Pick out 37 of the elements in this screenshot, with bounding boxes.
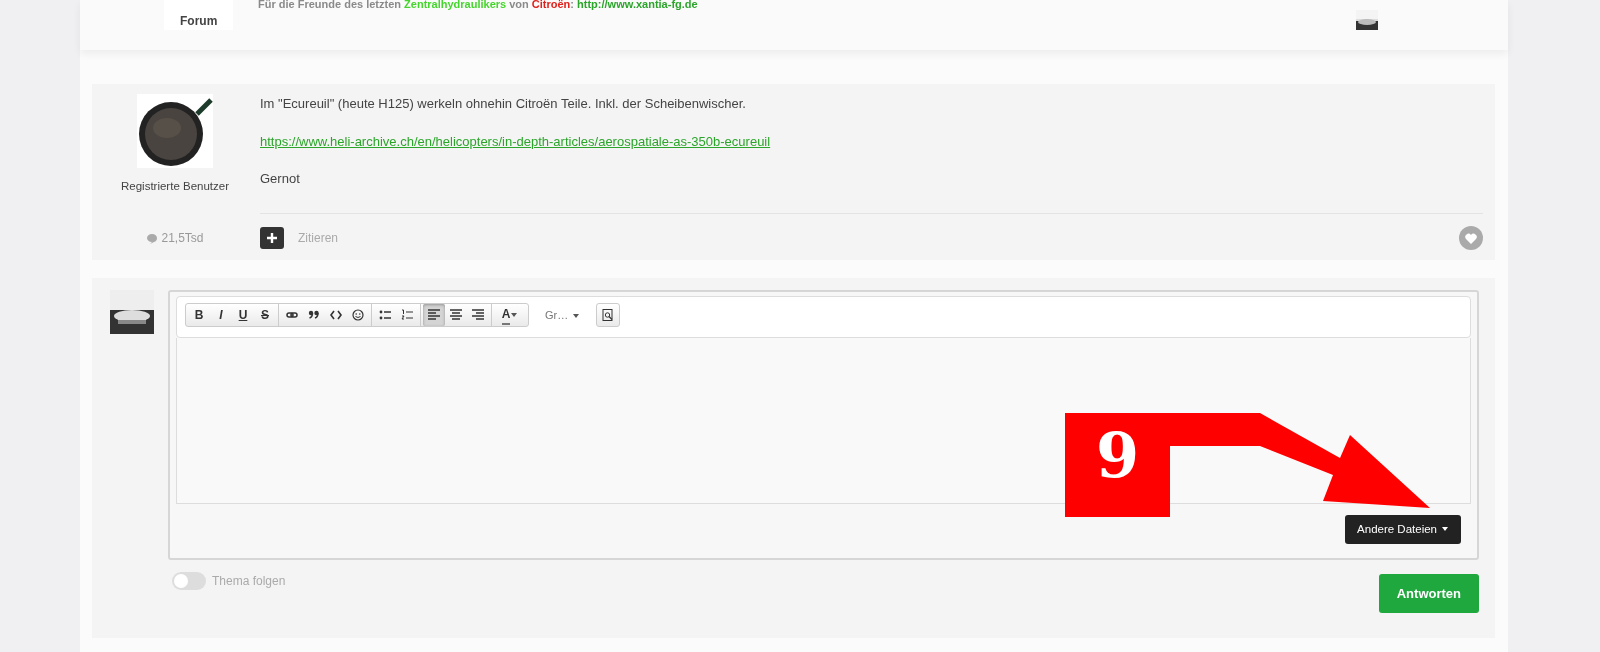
font-size-dropdown[interactable]: Gr… <box>545 302 581 327</box>
underline-button[interactable]: U <box>232 303 254 326</box>
italic-button[interactable]: I <box>210 303 232 326</box>
toggle-switch[interactable] <box>172 571 206 590</box>
bullet-list-icon <box>379 308 391 321</box>
comment-icon <box>146 232 159 244</box>
toggle-label: Thema folgen <box>212 572 286 590</box>
tagline-text: von <box>508 0 530 10</box>
post-text: Im "Ecureuil" (heute H125) werkeln ohnehin Citroën Teile. Inkl. der Scheibenwischer. <box>260 95 747 113</box>
annotation-number: 9 <box>1065 413 1170 517</box>
bold-button[interactable]: B <box>188 303 210 326</box>
nav-tab[interactable]: Forum <box>164 0 234 30</box>
preview-button[interactable] <box>596 302 621 327</box>
color-button[interactable]: A <box>494 303 526 326</box>
align-left-icon <box>428 308 440 321</box>
numbered-list-icon <box>401 308 413 321</box>
tagline-text: Zentralhydraulikers <box>404 0 507 10</box>
smiley-icon <box>352 308 364 321</box>
post-text: Gernot <box>260 170 301 188</box>
strike-button[interactable]: S <box>254 303 276 326</box>
caret-icon <box>572 312 581 319</box>
tagline-text: : <box>570 0 575 10</box>
add-button[interactable] <box>260 226 284 249</box>
post-count: 21,5Tsd <box>161 230 204 248</box>
align-center-icon <box>450 308 462 321</box>
text-editor-area[interactable] <box>176 337 1471 504</box>
align-right-icon <box>472 308 484 321</box>
caret-icon <box>1441 526 1449 533</box>
user-role: Registrierte Benutzer <box>121 179 229 194</box>
caret-icon <box>510 311 519 318</box>
plus-icon <box>267 232 277 243</box>
tagline-text: Für die Freunde des letzten <box>258 0 403 10</box>
preview-icon <box>602 308 615 321</box>
quote-icon <box>308 308 320 321</box>
align-left-button[interactable] <box>423 303 445 326</box>
code-icon <box>330 308 342 321</box>
files-dropdown-button[interactable]: Andere Dateien <box>1345 514 1461 544</box>
